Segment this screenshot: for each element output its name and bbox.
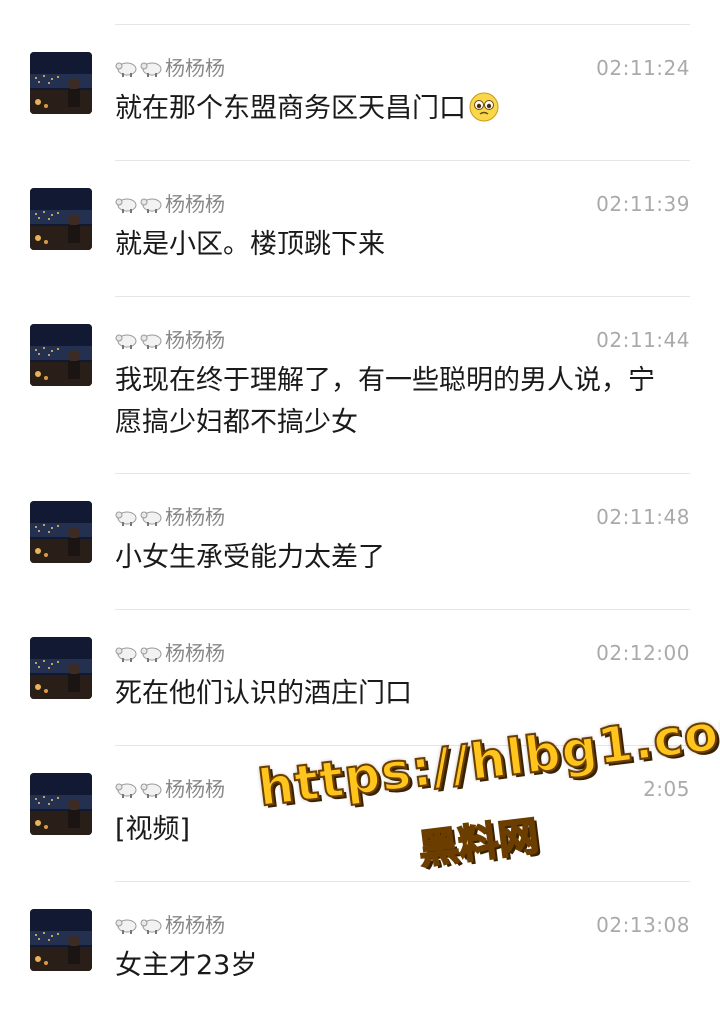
divider: [115, 473, 690, 474]
avatar[interactable]: [30, 637, 92, 699]
message-text: 女主才23岁: [115, 950, 258, 981]
avatar-night-city-image: [30, 773, 92, 835]
message-time: 02:13:08: [596, 913, 690, 937]
sheep-icon: [140, 647, 162, 662]
avatar[interactable]: [30, 188, 92, 250]
avatar[interactable]: [30, 324, 92, 386]
divider: [115, 745, 690, 746]
message-time: 02:11:39: [596, 192, 690, 216]
sheep-icon: [115, 511, 137, 526]
sender-label: 杨杨杨: [165, 913, 225, 937]
sheep-icon: [115, 783, 137, 798]
message-text: 死在他们认识的酒庄门口: [115, 678, 412, 709]
sheep-icon: [115, 919, 137, 934]
sender-label: 杨杨杨: [165, 56, 225, 80]
avatar-night-city-image: [30, 501, 92, 563]
message-text-content: 就在那个东盟商务区天昌门口: [115, 93, 466, 124]
sheep-icon: [140, 198, 162, 213]
sender-name: 杨杨杨: [115, 911, 225, 939]
sheep-icon: [115, 647, 137, 662]
sender-name: 杨杨杨: [115, 54, 225, 82]
sender-name: 杨杨杨: [115, 503, 225, 531]
message-text: 小女生承受能力太差了: [115, 542, 385, 573]
avatar-night-city-image: [30, 909, 92, 971]
sender-label: 杨杨杨: [165, 505, 225, 529]
sheep-icon: [140, 334, 162, 349]
sender-label: 杨杨杨: [165, 641, 225, 665]
video-message-text[interactable]: [视频]: [115, 809, 675, 851]
sheep-icon: [140, 919, 162, 934]
avatar[interactable]: [30, 501, 92, 563]
message-time: 02:11:48: [596, 505, 690, 529]
divider: [115, 609, 690, 610]
sender-name: 杨杨杨: [115, 190, 225, 218]
avatar-night-city-image: [30, 188, 92, 250]
message-time: 02:12:00: [596, 641, 690, 665]
divider: [115, 24, 690, 25]
chat-message-list: 杨杨杨 02:11:24 就在那个东盟商务区天昌门口 杨杨杨 02:11:39 …: [0, 0, 720, 1028]
message-text: 就是小区。楼顶跳下来: [115, 229, 385, 260]
sheep-icon: [140, 511, 162, 526]
divider: [115, 881, 690, 882]
sheep-icon: [115, 198, 137, 213]
sender-name: 杨杨杨: [115, 639, 225, 667]
avatar-night-city-image: [30, 52, 92, 114]
message-text: 我现在终于理解了，有一些聪明的男人说，宁愿搞少妇都不搞少女: [115, 365, 655, 438]
message-time: 02:11:24: [596, 56, 690, 80]
sheep-icon: [140, 62, 162, 77]
avatar[interactable]: [30, 52, 92, 114]
pleading-face-icon: [469, 92, 499, 122]
divider: [115, 160, 690, 161]
message-time: 2:05: [643, 777, 690, 801]
divider: [115, 296, 690, 297]
sheep-icon: [115, 62, 137, 77]
sender-name: 杨杨杨: [115, 326, 225, 354]
message-time: 02:11:44: [596, 328, 690, 352]
message-text: 就在那个东盟商务区天昌门口: [115, 88, 675, 130]
sender-name: 杨杨杨: [115, 775, 225, 803]
avatar[interactable]: [30, 909, 92, 971]
sender-label: 杨杨杨: [165, 328, 225, 352]
sheep-icon: [140, 783, 162, 798]
avatar[interactable]: [30, 773, 92, 835]
avatar-night-city-image: [30, 637, 92, 699]
sender-label: 杨杨杨: [165, 192, 225, 216]
sheep-icon: [115, 334, 137, 349]
sender-label: 杨杨杨: [165, 777, 225, 801]
avatar-night-city-image: [30, 324, 92, 386]
